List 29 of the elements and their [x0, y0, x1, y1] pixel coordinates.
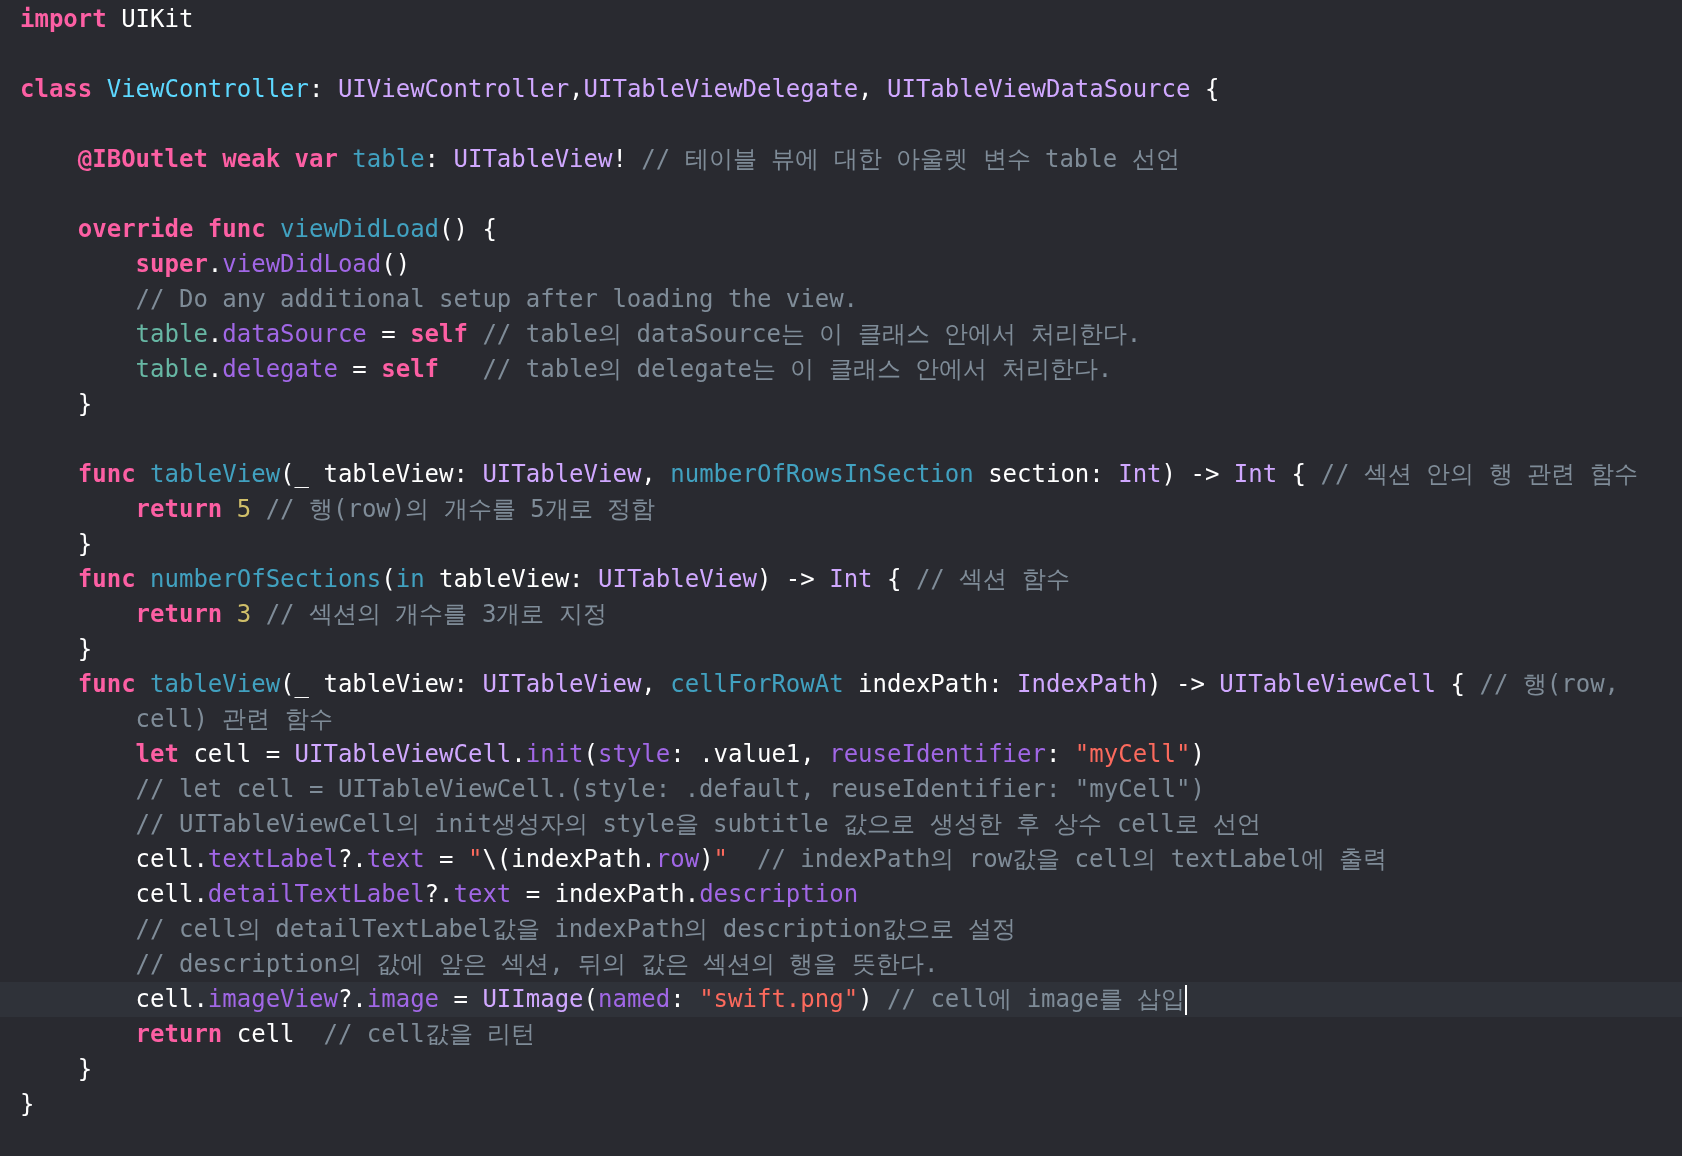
- code-line: let cell = UITableViewCell.init(style: .value1, reuseIdentifier: "myCell"): [134, 739, 1205, 770]
- code-line: import UIKit: [20, 4, 194, 35]
- code-line: cell.detailTextLabel?.text = indexPath.description: [134, 879, 859, 910]
- code-line: // Do any additional setup after loading the view.: [134, 284, 859, 315]
- code-line: super.viewDidLoad(): [134, 249, 411, 280]
- code-line: // UITableViewCell의 init생성자의 style을 subtitle 값으로 생성한 후 상수 cell로 선언: [134, 809, 1262, 840]
- code-line: class ViewController: UIViewController,UITableViewDelegate, UITableViewDataSource {: [20, 74, 1220, 105]
- code-line: @IBOutlet weak var table: UITableView! // 테이블 뷰에 대한 아울렛 변수 table 선언: [76, 144, 1180, 175]
- code-line: }: [76, 1054, 93, 1085]
- code-line: table.dataSource = self // table의 dataSource는 이 클래스 안에서 처리한다.: [134, 319, 1142, 350]
- code-line: }: [76, 389, 93, 420]
- code-line: func numberOfSections(in tableView: UITableView) -> Int { // 섹션 함수: [76, 564, 1070, 595]
- code-line: func tableView(_ tableView: UITableView, cellForRowAt indexPath: IndexPath) -> UITableViewCell { // 행(row,: [76, 669, 1620, 700]
- code-line: // cell의 detailTextLabel값을 indexPath의 description값으로 설정: [134, 914, 1017, 945]
- code-line: cell.textLabel?.text = "\(indexPath.row)" // indexPath의 row값을 cell의 textLabel에 출력: [134, 844, 1388, 875]
- code-line: return cell // cell값을 리턴: [134, 1019, 536, 1050]
- code-line: table.delegate = self // table의 delegate는 이 클래스 안에서 처리한다.: [134, 354, 1113, 385]
- code-line: // let cell = UITableViewCell.(style: .default, reuseIdentifier: "myCell"): [134, 774, 1205, 805]
- code-line: func tableView(_ tableView: UITableView, numberOfRowsInSection section: Int) -> Int { // 섹션 안의 행 관련 함수: [76, 459, 1638, 490]
- code-line: return 5 // 행(row)의 개수를 5개로 정함: [134, 494, 656, 525]
- code-line: // description의 값에 앞은 섹션, 뒤의 값은 섹션의 행을 뜻한다.: [134, 949, 939, 980]
- code-line: cell.imageView?.image = UIImage(named: "swift.png") // cell에 image를 삽입: [134, 984, 1186, 1015]
- text-cursor: [1185, 984, 1188, 1015]
- code-line: }: [76, 529, 93, 560]
- code-line: }: [76, 634, 93, 665]
- code-line: return 3 // 섹션의 개수를 3개로 지정: [134, 599, 607, 630]
- code-line: override func viewDidLoad() {: [76, 214, 497, 245]
- code-line: }: [20, 1089, 35, 1120]
- code-line: cell) 관련 함수: [134, 704, 333, 735]
